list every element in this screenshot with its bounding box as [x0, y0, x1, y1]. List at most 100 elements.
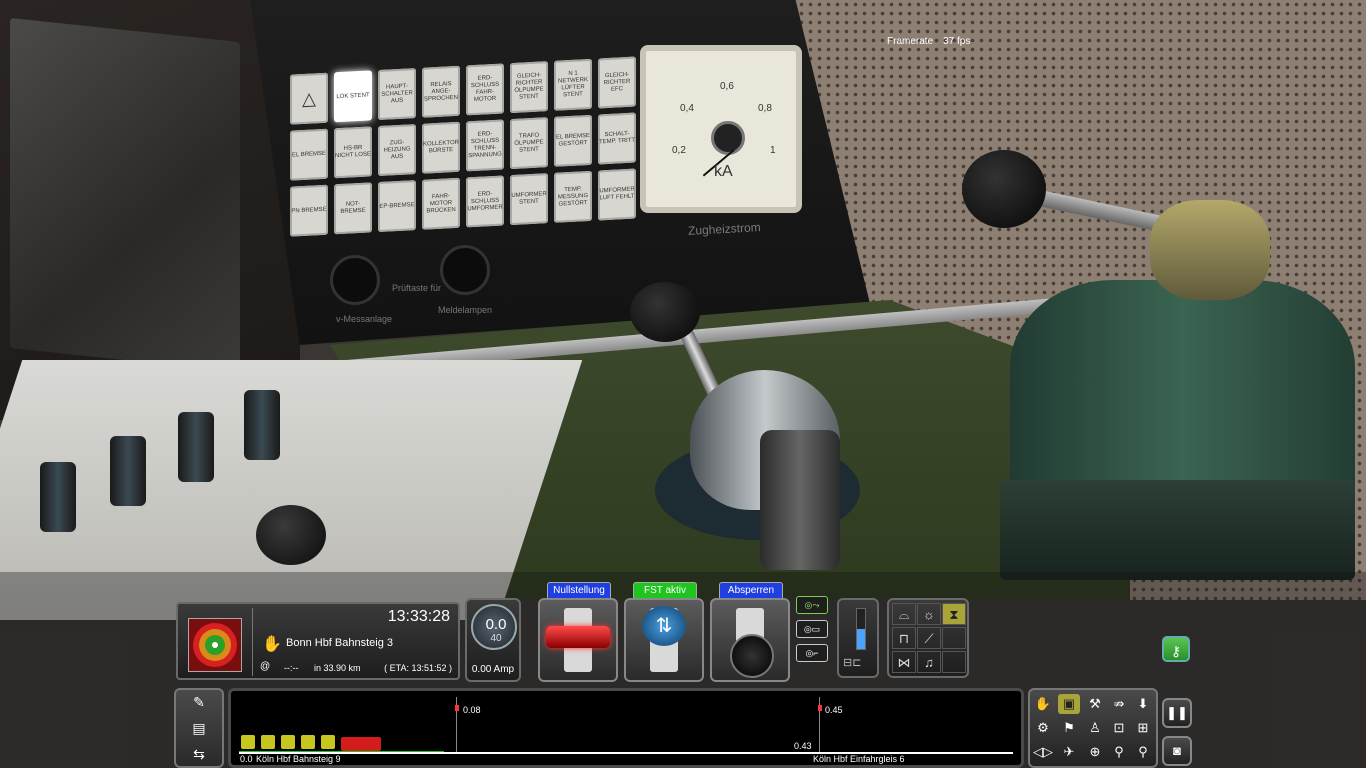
- annunciator-key[interactable]: KOLLEKTOR BÜRSTE: [422, 121, 460, 174]
- key-icon[interactable]: ⚷: [1162, 636, 1190, 662]
- wagon: [261, 735, 275, 749]
- speed-limit: 40: [490, 633, 502, 644]
- annunciator-key[interactable]: TRAFO ÖLPUMPE STENT: [510, 117, 548, 170]
- annunciator-key[interactable]: SCHALT-TEMP. TRITT: [598, 112, 636, 165]
- pantograph-icon[interactable]: ⊓: [892, 627, 916, 649]
- side-buttons: ✎ ▤ ⇆: [174, 688, 224, 768]
- annunciator-key[interactable]: PN BREMSE: [290, 184, 328, 237]
- start-km: 0.0: [240, 754, 253, 764]
- wagon-icon[interactable]: ⊡: [1108, 718, 1130, 738]
- wagon: [241, 735, 255, 749]
- person-icon[interactable]: ♙: [1084, 718, 1106, 738]
- down-arrow-icon[interactable]: ⬇: [1132, 694, 1154, 714]
- red-lever[interactable]: [546, 626, 610, 648]
- throttle-icon: ⊟⊏: [843, 657, 862, 669]
- meldelampen-test-button[interactable]: [440, 245, 490, 295]
- annunciator-key[interactable]: ERD-SCHLUSS UMFORMER: [466, 175, 504, 228]
- annunciator-key[interactable]: EL BREMSE: [290, 128, 328, 181]
- coupling-icon[interactable]: ✋: [1032, 694, 1054, 714]
- hand-stop-icon: ✋: [262, 636, 282, 653]
- annunciator-key[interactable]: HS-BR NICHT LOSE: [334, 126, 372, 179]
- vmess-label: v-Messanlage: [336, 314, 393, 324]
- rotary-knob[interactable]: [256, 505, 326, 565]
- annunciator-key[interactable]: UMFORMER LUFT FEHLT: [598, 168, 636, 221]
- annunciator-key[interactable]: UMFORMER STENT: [510, 173, 548, 226]
- brush-icon[interactable]: ⟋: [917, 627, 941, 649]
- clock: 13:33:28: [387, 608, 450, 625]
- distance-to-stop: in 33.90 km: [314, 663, 361, 673]
- empty-slot: [942, 651, 966, 673]
- bell-icon[interactable]: ♫: [917, 651, 941, 673]
- panel-switch[interactable]: [40, 462, 76, 532]
- annunciator-key[interactable]: EL BREMSE GESTÖRT: [554, 114, 592, 167]
- wiper-icon[interactable]: ⌓: [892, 603, 916, 625]
- light-icon[interactable]: ☼: [917, 603, 941, 625]
- pin-icon[interactable]: ⚲: [1108, 742, 1130, 762]
- reverser-key[interactable]: [760, 430, 840, 570]
- annunciator-key[interactable]: TEMP. MESSUNG GESTÖRT: [554, 170, 592, 223]
- annunciator-key[interactable]: GLEICH-RICHTER EFC: [598, 56, 636, 109]
- camera-icon[interactable]: ◙: [1162, 736, 1192, 766]
- settings-icon[interactable]: ⇆: [184, 744, 214, 764]
- wagon: [321, 735, 335, 749]
- dark-knob[interactable]: [730, 634, 774, 678]
- pin2-icon[interactable]: ⚲: [1132, 742, 1154, 762]
- left-worn-plate: [10, 17, 240, 373]
- direction-arrows-icon[interactable]: ⇅: [642, 606, 686, 646]
- track-camera-icon[interactable]: ◎⌐: [796, 644, 828, 662]
- marker-distance: 0.43: [794, 741, 812, 751]
- annunciator-key[interactable]: ZUG-HEIZUNG AUS: [378, 124, 416, 177]
- gauge-tick: 0,2: [672, 145, 686, 156]
- empty-slot: [942, 627, 966, 649]
- framerate-readout: Framerate 37 fps: [887, 36, 970, 47]
- throttle-indicator: ⊟⊏: [837, 598, 879, 678]
- signal-icon[interactable]: ⇏: [1108, 694, 1130, 714]
- annunciator-key[interactable]: HAUPT-SCHALTER AUS: [378, 68, 416, 121]
- fst-aktiv-control[interactable]: ⇅: [624, 598, 704, 682]
- horn2-icon[interactable]: ⚑: [1058, 718, 1080, 738]
- master-controller-handle[interactable]: [630, 282, 700, 342]
- annunciator-key[interactable]: FAHR-MOTOR BRÜCKEN: [422, 177, 460, 230]
- absperren-control[interactable]: [710, 598, 790, 682]
- arrival-time: --:--: [284, 663, 299, 673]
- left-right-icon[interactable]: ◁▷: [1032, 742, 1054, 762]
- divider: [252, 608, 253, 676]
- pruef-label: Prüftaste für: [392, 283, 442, 293]
- cab-camera-icon[interactable]: ◎⤳: [796, 596, 828, 614]
- annunciator-key[interactable]: N 1 NETWERK LÜFTER STENT: [554, 58, 592, 111]
- train-icon[interactable]: ▣: [1058, 694, 1080, 714]
- mixer-icon[interactable]: ⚙: [1032, 718, 1054, 738]
- annunciator-key[interactable]: RELAIS ANGE-SPROCHEN: [422, 65, 460, 118]
- wagon2-icon[interactable]: ⊞: [1132, 718, 1154, 738]
- panel-switch[interactable]: [178, 412, 214, 482]
- signal-distance: 0.45: [825, 705, 843, 715]
- function-grid: ⌓ ☼ ⧗ ⊓ ⟋ ⋈ ♫: [887, 598, 969, 678]
- horn-icon[interactable]: ⋈: [892, 651, 916, 673]
- notes-icon[interactable]: ▤: [184, 718, 214, 738]
- globe-icon[interactable]: ⊕: [1084, 742, 1106, 762]
- panel-switch[interactable]: [244, 390, 280, 460]
- annunciator-key[interactable]: GLEICH-RICHTER ÖLPUMPE STENT: [510, 61, 548, 114]
- brake-handle[interactable]: [962, 150, 1046, 228]
- eta: ( ETA: 13:51:52 ): [384, 663, 452, 673]
- annunciator-key[interactable]: EP-BREMSE: [378, 180, 416, 233]
- plane-icon[interactable]: ✈: [1058, 742, 1080, 762]
- annunciator-key[interactable]: ERD-SCHLUSS TRENN-SPANNUNG: [466, 119, 504, 172]
- annunciator-key[interactable]: △: [290, 72, 328, 125]
- panel-switch[interactable]: [110, 436, 146, 506]
- pause-icon[interactable]: ❚❚: [1162, 698, 1192, 728]
- camera-buttons: ◎⤳ ◎▭ ◎⌐: [796, 596, 830, 662]
- gauge-tick: 0,4: [680, 103, 694, 114]
- nullstellung-control[interactable]: [538, 598, 618, 682]
- wrench-icon[interactable]: ⚒: [1084, 694, 1106, 714]
- annunciator-key[interactable]: NOT-BREMSE: [334, 182, 372, 235]
- outside-camera-icon[interactable]: ◎▭: [796, 620, 828, 638]
- vmess-button[interactable]: [330, 255, 380, 305]
- sander-icon[interactable]: ⧗: [942, 603, 966, 625]
- start-station: Köln Hbf Bahnsteig 9: [256, 754, 341, 764]
- throttle-fill: [857, 629, 865, 649]
- task-icon[interactable]: ✎: [184, 692, 214, 712]
- annunciator-key[interactable]: ERD-SCHLUSS FAHR-MOTOR: [466, 63, 504, 116]
- annunciator-key[interactable]: LOK STENT: [334, 70, 372, 123]
- annunciator-keys: △ LOK STENT HAUPT-SCHALTER AUS RELAIS ANGE-…: [290, 56, 636, 254]
